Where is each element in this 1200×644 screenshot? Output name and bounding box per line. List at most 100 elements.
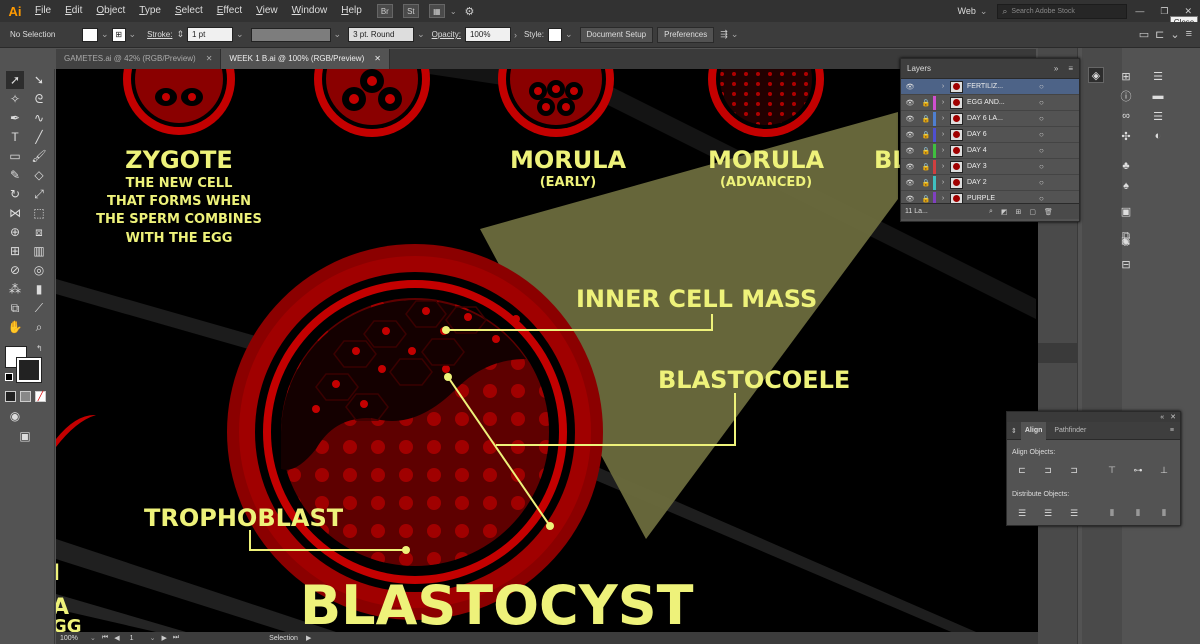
lasso-icon[interactable]: ᘓ	[30, 90, 48, 108]
expand-icon[interactable]: ›	[936, 131, 950, 138]
selection-tool-icon[interactable]: ➚	[6, 71, 24, 89]
graphic-styles-icon[interactable]: ▣	[1118, 203, 1134, 219]
target-icon[interactable]: ○	[1039, 82, 1044, 91]
swatches-icon[interactable]: ♣	[1118, 158, 1134, 174]
layer-row[interactable]: 👁 🔒 › DAY 6 ○	[901, 127, 1079, 143]
align-right-icon[interactable]: ⊐	[1067, 464, 1081, 476]
menu-type[interactable]: Type	[132, 0, 168, 22]
line-tool-icon[interactable]: ╱	[30, 128, 48, 146]
visibility-eye-icon[interactable]: 👁	[901, 195, 919, 203]
brush-definition[interactable]: 3 pt. Round	[348, 27, 415, 42]
lock-icon[interactable]: 🔒	[919, 195, 933, 203]
chevron-down-icon[interactable]: ⌄	[417, 29, 425, 40]
visibility-eye-icon[interactable]: 👁	[901, 147, 919, 155]
eraser-icon[interactable]: ◇	[30, 166, 48, 184]
visibility-eye-icon[interactable]: 👁	[901, 179, 919, 187]
rectangle-tool-icon[interactable]: ▭	[6, 147, 24, 165]
chevron-down-icon[interactable]: ⌄	[1170, 28, 1179, 41]
align-top-icon[interactable]: ⊤	[1105, 464, 1119, 476]
stroke-label[interactable]: Stroke:	[147, 30, 172, 39]
links-icon[interactable]: ∞	[1118, 108, 1134, 124]
layer-row[interactable]: 👁 🔒 › DAY 2 ○	[901, 175, 1079, 191]
layer-row[interactable]: 👁 🔒 › DAY 6 LA... ○	[901, 111, 1079, 127]
paintbrush-icon[interactable]: 🖌	[30, 147, 48, 165]
distribute-top-icon[interactable]: ☰	[1015, 507, 1029, 519]
column-graph-icon[interactable]: ▮	[30, 280, 48, 298]
distribute-right-icon[interactable]: ⦀	[1157, 507, 1171, 519]
perspective-icon[interactable]: ⧈	[30, 223, 48, 241]
expand-icon[interactable]: ›	[936, 147, 950, 154]
locate-object-icon[interactable]: ⌕	[989, 208, 993, 216]
info-icon[interactable]: ⓘ	[1118, 88, 1134, 104]
stroke-panel-icon[interactable]: ☰	[1150, 108, 1166, 124]
minimize-icon[interactable]: —	[1135, 6, 1144, 16]
close-icon[interactable]: ✕	[1170, 413, 1176, 421]
chevron-down-icon[interactable]: ⌄	[731, 29, 739, 40]
tab-pathfinder[interactable]: Pathfinder	[1046, 427, 1094, 434]
visibility-eye-icon[interactable]: 👁	[901, 163, 919, 171]
type-tool-icon[interactable]: T	[6, 128, 24, 146]
scale-icon[interactable]: ⤢	[30, 185, 48, 203]
align-icon[interactable]: ▭	[1139, 28, 1149, 41]
workspace-switcher[interactable]: Web	[957, 6, 975, 16]
blend-icon[interactable]: ◎	[30, 261, 48, 279]
align-left-icon[interactable]: ⊏	[1015, 464, 1029, 476]
transform-icon[interactable]: ⊏	[1155, 28, 1164, 41]
swap-colors-icon[interactable]: ↰	[36, 344, 43, 353]
arrange-documents-icon[interactable]: ▦	[428, 4, 445, 18]
menu-file[interactable]: File	[28, 0, 58, 22]
gradient-mode-icon[interactable]	[20, 391, 31, 402]
scrollbar-thumb[interactable]	[1038, 343, 1078, 363]
magic-wand-icon[interactable]: ✧	[6, 90, 24, 108]
hand-tool-icon[interactable]: ✋	[6, 318, 24, 336]
default-colors-icon[interactable]	[5, 373, 13, 381]
menu-view[interactable]: View	[249, 0, 285, 22]
close-icon[interactable]: ✕	[374, 49, 381, 69]
character-icon[interactable]: ☰	[1150, 68, 1166, 84]
stroke-weight-field[interactable]: 1 pt	[186, 27, 233, 42]
menu-window[interactable]: Window	[285, 0, 335, 22]
stepper-icon[interactable]: ⇕	[176, 29, 184, 40]
brushes-icon[interactable]: ♠	[1118, 178, 1134, 194]
lock-icon[interactable]: 🔒	[919, 99, 933, 107]
menu-object[interactable]: Object	[89, 0, 132, 22]
target-icon[interactable]: ○	[1039, 98, 1044, 107]
arrange-icon[interactable]: ⇶	[720, 29, 728, 40]
opacity-field[interactable]: 100%	[464, 27, 511, 42]
panel-menu-icon[interactable]: ≡	[1170, 427, 1174, 434]
shaper-icon[interactable]: ✎	[6, 166, 24, 184]
menu-select[interactable]: Select	[168, 0, 210, 22]
distribute-hcenter-icon[interactable]: ⦀	[1131, 507, 1145, 519]
new-sublayer-icon[interactable]: ⊞	[1016, 208, 1022, 216]
screen-mode-icon[interactable]: ▣	[16, 427, 34, 445]
slice-icon[interactable]: ⟋	[30, 299, 48, 317]
distribute-left-icon[interactable]: ⦀	[1105, 507, 1119, 519]
target-icon[interactable]: ○	[1039, 194, 1044, 203]
panel-menu-icon[interactable]: ≡	[1068, 64, 1073, 73]
chevron-down-icon[interactable]: ⌄	[565, 29, 573, 40]
mesh-icon[interactable]: ⊞	[6, 242, 24, 260]
layers-panel-icon[interactable]: ◈	[1088, 67, 1104, 83]
rotate-icon[interactable]: ↻	[6, 185, 24, 203]
fill-swatch[interactable]	[82, 27, 98, 42]
stock-search-field[interactable]: ⌕ Search Adobe Stock	[997, 3, 1128, 19]
expand-icon[interactable]: ›	[936, 115, 950, 122]
gpu-performance-icon[interactable]: ⚙	[465, 5, 475, 18]
tab-align[interactable]: Align	[1020, 421, 1047, 440]
draw-mode-icon[interactable]: ◉	[6, 407, 24, 425]
lock-icon[interactable]: 🔒	[919, 131, 933, 139]
asset-export-icon[interactable]: ⊟	[1118, 256, 1134, 272]
tab-gametes[interactable]: GAMETES.ai @ 42% (RGB/Preview) ✕	[56, 49, 222, 69]
tab-week1b[interactable]: WEEK 1 B.ai @ 100% (RGB/Preview) ✕	[221, 49, 390, 69]
target-icon[interactable]: ○	[1039, 114, 1044, 123]
eyedropper-icon[interactable]: ⊘	[6, 261, 24, 279]
layer-row[interactable]: 👁 🔒 › DAY 3 ○	[901, 159, 1079, 175]
first-artboard-icon[interactable]: ⏮	[102, 634, 108, 642]
maximize-icon[interactable]: ❐	[1160, 6, 1168, 17]
expand-icon[interactable]: ›	[936, 83, 950, 90]
artboard-icon[interactable]: ⧉	[6, 299, 24, 317]
distribute-bottom-icon[interactable]: ☰	[1067, 507, 1081, 519]
zoom-level[interactable]: 100%	[60, 635, 90, 642]
chevron-down-icon[interactable]: ⌄	[150, 634, 156, 642]
new-layer-icon[interactable]: ▢	[1029, 208, 1036, 216]
